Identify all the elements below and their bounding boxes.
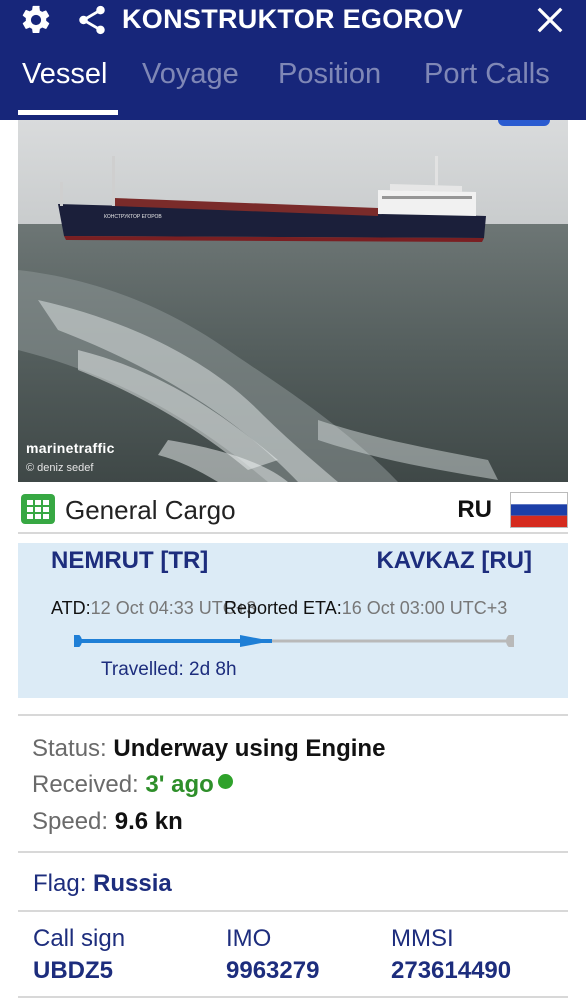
- tab-vessel[interactable]: Vessel: [22, 58, 107, 91]
- divider: [18, 996, 568, 998]
- app-header: KONSTRUKTOR EGOROV Vessel Voyage Positio…: [0, 0, 586, 120]
- divider: [18, 851, 568, 853]
- vessel-title: KONSTRUKTOR EGOROV: [122, 4, 463, 34]
- vessel-type-row: General Cargo RU: [18, 488, 568, 534]
- share-icon[interactable]: [74, 2, 110, 38]
- destination-dot: [506, 635, 514, 647]
- origin-port[interactable]: NEMRUT [TR]: [51, 547, 208, 575]
- status-label: Status:: [32, 735, 107, 762]
- received-label: Received:: [32, 771, 139, 798]
- vessel-photo[interactable]: КОНСТРУКТОР ЕГОРОВ marinetraffic © deniz…: [18, 120, 568, 482]
- voyage-progress-track: [74, 635, 514, 647]
- call-sign-value: UBDZ5: [33, 957, 114, 984]
- svg-text:КОНСТРУКТОР ЕГОРОВ: КОНСТРУКТОР ЕГОРОВ: [104, 214, 162, 220]
- tab-voyage[interactable]: Voyage: [142, 58, 239, 91]
- vessel-photo-image: КОНСТРУКТОР ЕГОРОВ: [18, 120, 568, 482]
- eta: Reported ETA:16 Oct 03:00 UTC+3: [224, 598, 507, 619]
- online-status-dot: [217, 774, 233, 789]
- status-value: Underway using Engine: [113, 735, 386, 762]
- tab-port-calls[interactable]: Port Calls: [424, 58, 550, 91]
- photo-badge: [498, 120, 550, 126]
- progress-arrow: [240, 635, 272, 647]
- flag-line: Flag: Russia: [33, 870, 172, 898]
- flag-label: Flag:: [33, 870, 87, 897]
- close-icon[interactable]: [532, 2, 568, 38]
- vessel-type-label: General Cargo: [65, 495, 236, 525]
- travelled-duration: Travelled: 2d 8h: [101, 659, 237, 680]
- mmsi-label: MMSI: [391, 925, 454, 952]
- divider: [18, 910, 568, 912]
- speed-value: 9.6 kn: [114, 808, 183, 835]
- received-value: 3' ago: [145, 771, 214, 798]
- received-line: Received: 3' ago: [32, 771, 233, 799]
- call-sign-label: Call sign: [33, 925, 126, 952]
- atd-label: ATD:: [51, 598, 91, 618]
- mmsi-value: 273614490: [391, 957, 512, 984]
- voyage-panel[interactable]: NEMRUT [TR] KAVKAZ [RU] ATD:12 Oct 04:33…: [18, 543, 568, 698]
- marinetraffic-watermark: marinetraffic: [26, 440, 115, 456]
- origin-dot: [74, 635, 82, 647]
- gear-icon[interactable]: [18, 2, 54, 38]
- mmsi-field: MMSI 273614490: [391, 925, 511, 985]
- tab-bar: Vessel Voyage Position Port Calls: [0, 52, 586, 120]
- flag-value: Russia: [93, 870, 172, 897]
- flag-country-code: RU: [457, 496, 492, 523]
- eta-value: 16 Oct 03:00 UTC+3: [341, 598, 508, 618]
- destination-port[interactable]: KAVKAZ [RU]: [376, 547, 532, 575]
- status-line: Status: Underway using Engine: [32, 735, 385, 763]
- imo-value: 9963279: [226, 957, 320, 984]
- eta-label: Reported ETA:: [224, 598, 342, 618]
- speed-label: Speed:: [32, 808, 109, 835]
- top-bar: KONSTRUKTOR EGOROV: [0, 0, 586, 42]
- imo-label: IMO: [226, 925, 272, 952]
- speed-line: Speed: 9.6 kn: [32, 808, 183, 836]
- russia-flag-icon: [510, 492, 568, 528]
- tab-position[interactable]: Position: [278, 58, 381, 91]
- active-tab-indicator: [18, 110, 118, 115]
- call-sign-field: Call sign UBDZ5: [33, 925, 125, 985]
- photo-credit: © deniz sedef: [26, 462, 94, 474]
- imo-field: IMO 9963279: [226, 925, 319, 985]
- grid-icon: [21, 494, 55, 524]
- divider: [18, 714, 568, 716]
